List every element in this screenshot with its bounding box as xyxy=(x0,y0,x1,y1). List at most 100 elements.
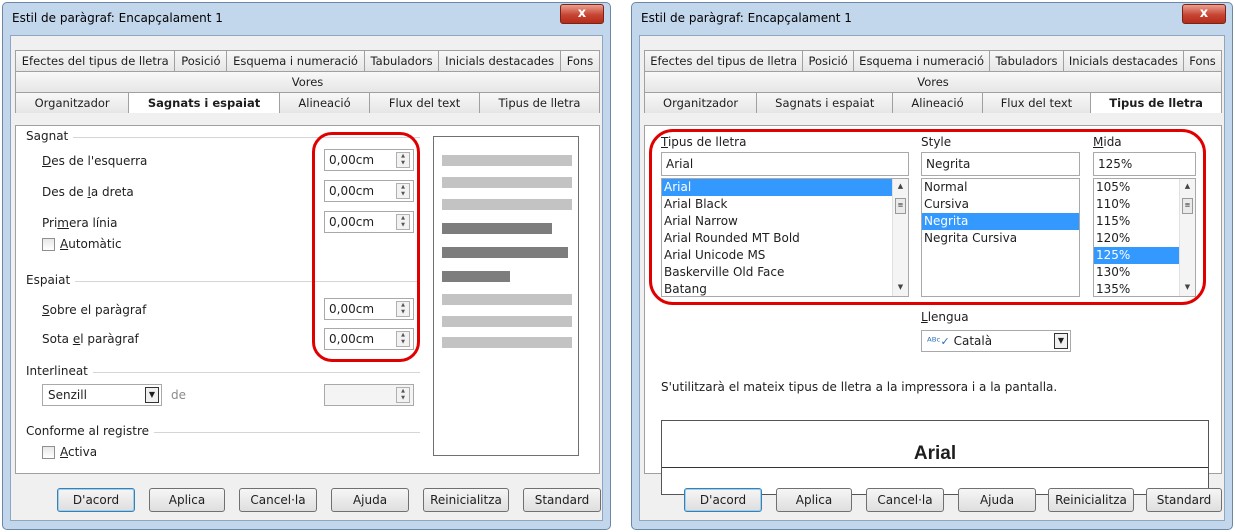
register-active-label: Activa xyxy=(60,445,98,459)
tab-font-effects[interactable]: Efectes del tipus de lletra xyxy=(15,50,176,71)
line-spacing-value-spinbox[interactable]: ▲ ▼ xyxy=(324,384,414,406)
preview-line xyxy=(442,177,572,188)
cancel-button[interactable]: Cancel·la xyxy=(866,488,944,512)
preview-line xyxy=(442,223,552,234)
reset-button[interactable]: Reinicialitza xyxy=(423,488,509,512)
help-button-label: Ajuda xyxy=(352,493,388,507)
tab-outline-numbering[interactable]: Esquema i numeració xyxy=(227,50,365,71)
tab-row-1: Efectes del tipus de lletra Posició Esqu… xyxy=(644,50,1222,71)
tab-indents-spacing[interactable]: Sagnats i espaiat xyxy=(129,92,280,113)
title-bar: Estil de paràgraf: Encapçalament 1 x xyxy=(3,3,610,33)
tab-background[interactable]: Fons xyxy=(1184,50,1222,71)
tab-row-1: Efectes del tipus de lletra Posició Esqu… xyxy=(15,50,600,71)
apply-button[interactable]: Aplica xyxy=(149,488,225,512)
spellcheck-icon: ᴬᴮᶜ✓ xyxy=(927,335,950,348)
tab-font[interactable]: Tipus de lletra xyxy=(479,92,600,113)
tab-organizer[interactable]: Organitzador xyxy=(644,92,758,113)
tab-borders[interactable]: Vores xyxy=(644,71,1222,92)
ok-button[interactable]: D'acord xyxy=(684,488,762,512)
tab-row-2: Vores xyxy=(15,71,600,92)
tab-page-font: Tipus de lletra Arial Arial Arial Black … xyxy=(644,125,1222,495)
standard-button[interactable]: Standard xyxy=(523,488,601,512)
apply-button-label: Aplica xyxy=(168,493,206,507)
close-button[interactable]: x xyxy=(560,4,604,24)
line-spacing-value: Senzill xyxy=(48,388,87,402)
tab-font-effects[interactable]: Efectes del tipus de lletra xyxy=(644,50,804,71)
preview-baseline xyxy=(662,467,1208,468)
tab-font[interactable]: Tipus de lletra xyxy=(1091,92,1222,113)
cancel-button-label: Cancel·la xyxy=(250,493,306,507)
from-left-label: Des de l'esquerra xyxy=(42,154,148,168)
line-spacing-of-label: de xyxy=(171,388,186,402)
standard-button[interactable]: Standard xyxy=(1146,488,1222,512)
apply-button[interactable]: Aplica xyxy=(776,488,852,512)
cancel-button[interactable]: Cancel·la xyxy=(239,488,317,512)
tab-drop-caps[interactable]: Inicials destacades xyxy=(439,50,561,71)
window-title: Estil de paràgraf: Encapçalament 1 xyxy=(641,11,852,25)
dropdown-arrow-icon[interactable]: ▼ xyxy=(145,387,159,403)
tab-row-3: Organitzador Sagnats i espaiat Alineació… xyxy=(644,92,1222,113)
tab-drop-caps[interactable]: Inicials destacades xyxy=(1063,50,1185,71)
reset-button-label: Reinicialitza xyxy=(1055,493,1127,507)
tab-background[interactable]: Fons xyxy=(560,50,600,71)
help-button-label: Ajuda xyxy=(979,493,1015,507)
highlight-oval xyxy=(312,132,420,362)
ok-button[interactable]: D'acord xyxy=(57,488,135,512)
tab-alignment[interactable]: Alineació xyxy=(279,92,371,113)
automatic-label: Automàtic xyxy=(60,237,122,251)
ok-button-label: D'acord xyxy=(699,493,747,507)
preview-line xyxy=(442,316,572,327)
tab-outline-numbering[interactable]: Esquema i numeració xyxy=(853,50,991,71)
preview-line xyxy=(442,294,572,305)
tab-alignment[interactable]: Alineació xyxy=(893,92,983,113)
above-paragraph-label: Sobre el paràgraf xyxy=(42,303,147,317)
language-select[interactable]: ᴬᴮᶜ✓ Català ▼ xyxy=(921,330,1071,352)
dropdown-arrow-icon[interactable]: ▼ xyxy=(1054,333,1068,349)
spacing-group-label: Espaiat xyxy=(26,273,76,287)
close-button[interactable]: x xyxy=(1182,4,1226,24)
below-paragraph-label: Sota el paràgraf xyxy=(42,332,139,346)
from-right-label: Des de la dreta xyxy=(42,185,134,199)
font-info-text: S'utilitzarà el mateix tipus de lletra a… xyxy=(661,380,1058,394)
tab-page-indents-spacing: Sagnat Des de l'esquerra 0,00cm ▲ ▼ Des d… xyxy=(15,125,600,474)
preview-line xyxy=(442,155,572,166)
dialog-client: Efectes del tipus de lletra Posició Esqu… xyxy=(10,35,603,521)
ok-button-label: D'acord xyxy=(72,493,120,507)
tab-borders[interactable]: Vores xyxy=(15,71,600,92)
tab-position[interactable]: Posició xyxy=(803,50,854,71)
button-row: D'acord Aplica Cancel·la Ajuda Reinicial… xyxy=(11,480,602,520)
apply-button-label: Aplica xyxy=(795,493,833,507)
tab-text-flow[interactable]: Flux del text xyxy=(370,92,480,113)
tab-position[interactable]: Posició xyxy=(175,50,228,71)
help-button[interactable]: Ajuda xyxy=(958,488,1036,512)
language-value: Català xyxy=(953,334,993,348)
tab-text-flow[interactable]: Flux del text xyxy=(982,92,1092,113)
reset-button[interactable]: Reinicialitza xyxy=(1048,488,1134,512)
dialog-client: Efectes del tipus de lletra Posició Esqu… xyxy=(639,35,1225,521)
register-group-label: Conforme al registre xyxy=(26,424,155,438)
window-title: Estil de paràgraf: Encapçalament 1 xyxy=(12,11,223,25)
tab-tabs[interactable]: Tabuladors xyxy=(990,50,1064,71)
first-line-label: Primera línia xyxy=(42,216,118,230)
help-button[interactable]: Ajuda xyxy=(331,488,409,512)
tab-organizer[interactable]: Organitzador xyxy=(15,92,130,113)
spin-arrows-icon[interactable]: ▲ ▼ xyxy=(396,387,410,403)
font-preview-text: Arial xyxy=(911,443,959,464)
paragraph-preview xyxy=(433,136,579,456)
tab-indents-spacing[interactable]: Sagnats i espaiat xyxy=(757,92,894,113)
line-spacing-group-label: Interlineat xyxy=(26,364,93,378)
tab-row-2: Vores xyxy=(644,71,1222,92)
preview-line xyxy=(442,337,572,348)
automatic-checkbox[interactable] xyxy=(42,238,55,251)
preview-line xyxy=(442,247,568,258)
register-active-checkbox[interactable] xyxy=(42,446,55,459)
preview-line xyxy=(442,271,510,282)
indent-group-label: Sagnat xyxy=(26,129,74,143)
button-row: D'acord Aplica Cancel·la Ajuda Reinicial… xyxy=(640,480,1224,520)
paragraph-style-dialog-font: Estil de paràgraf: Encapçalament 1 x Efe… xyxy=(631,2,1233,530)
tab-tabs[interactable]: Tabuladors xyxy=(364,50,440,71)
line-spacing-select[interactable]: Senzill ▼ xyxy=(42,384,162,406)
reset-button-label: Reinicialitza xyxy=(430,493,502,507)
tab-row-3: Organitzador Sagnats i espaiat Alineació… xyxy=(15,92,600,113)
preview-line xyxy=(442,199,572,210)
